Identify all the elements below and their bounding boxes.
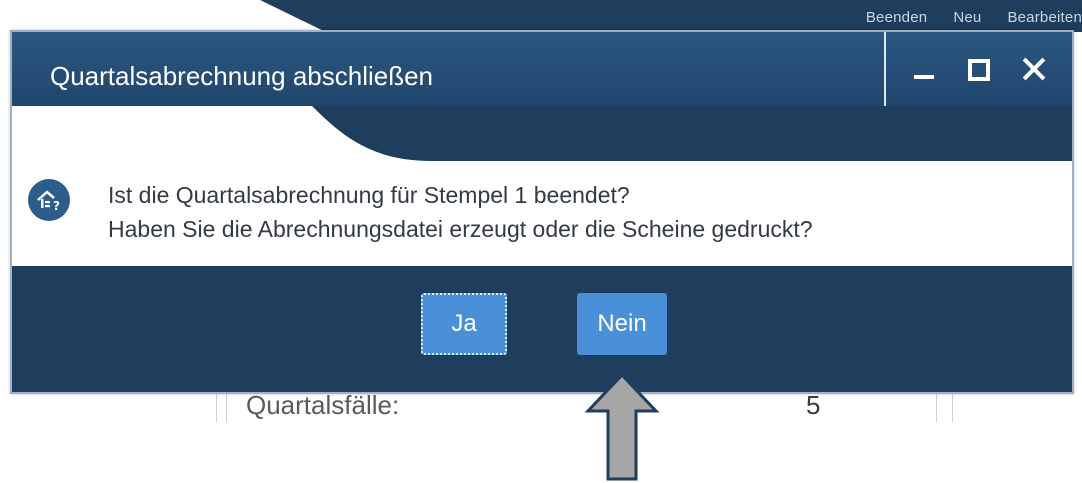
row-divider: [226, 392, 227, 422]
dialog-content: ? Ist die Quartalsabrechnung für Stempel…: [12, 106, 1072, 266]
app-menu: Beenden Neu Bearbeiten: [866, 9, 1082, 26]
yes-button[interactable]: Ja: [421, 293, 507, 355]
confirm-dialog: Quartalsabrechnung abschließen ? Ist die…: [10, 30, 1074, 394]
no-button[interactable]: Nein: [577, 293, 667, 355]
dialog-footer: Ja Nein: [12, 266, 1072, 392]
window-controls: [884, 32, 1072, 106]
minimize-icon: [913, 75, 934, 79]
dialog-title: Quartalsabrechnung abschließen: [50, 61, 434, 91]
svg-text:?: ?: [53, 199, 60, 213]
row-divider: [936, 392, 937, 422]
menu-item-neu[interactable]: Neu: [953, 9, 981, 26]
dialog-titlebar[interactable]: Quartalsabrechnung abschließen: [12, 32, 1072, 107]
maximize-button[interactable]: [961, 51, 997, 87]
row-divider: [952, 392, 953, 422]
quarter-cases-value: 5: [806, 390, 821, 420]
quarter-cases-label: Quartalsfälle:: [246, 390, 400, 420]
row-divider: [216, 392, 217, 422]
app-header: Beenden Neu Bearbeiten: [0, 0, 1082, 32]
minimize-button[interactable]: [906, 51, 942, 87]
close-button[interactable]: [1016, 51, 1052, 87]
menu-item-bearbeiten[interactable]: Bearbeiten: [1007, 9, 1082, 26]
up-arrow-icon: [584, 373, 660, 481]
message-line-1: Ist die Quartalsabrechnung für Stempel 1…: [108, 182, 630, 208]
menu-item-beenden[interactable]: Beenden: [866, 9, 927, 26]
content-wave-band: [312, 106, 1072, 161]
maximize-icon: [967, 59, 990, 81]
dialog-message: Ist die Quartalsabrechnung für Stempel 1…: [108, 178, 813, 246]
question-icon: ?: [28, 179, 70, 221]
message-line-2: Haben Sie die Abrechnungsdatei erzeugt o…: [108, 216, 813, 242]
